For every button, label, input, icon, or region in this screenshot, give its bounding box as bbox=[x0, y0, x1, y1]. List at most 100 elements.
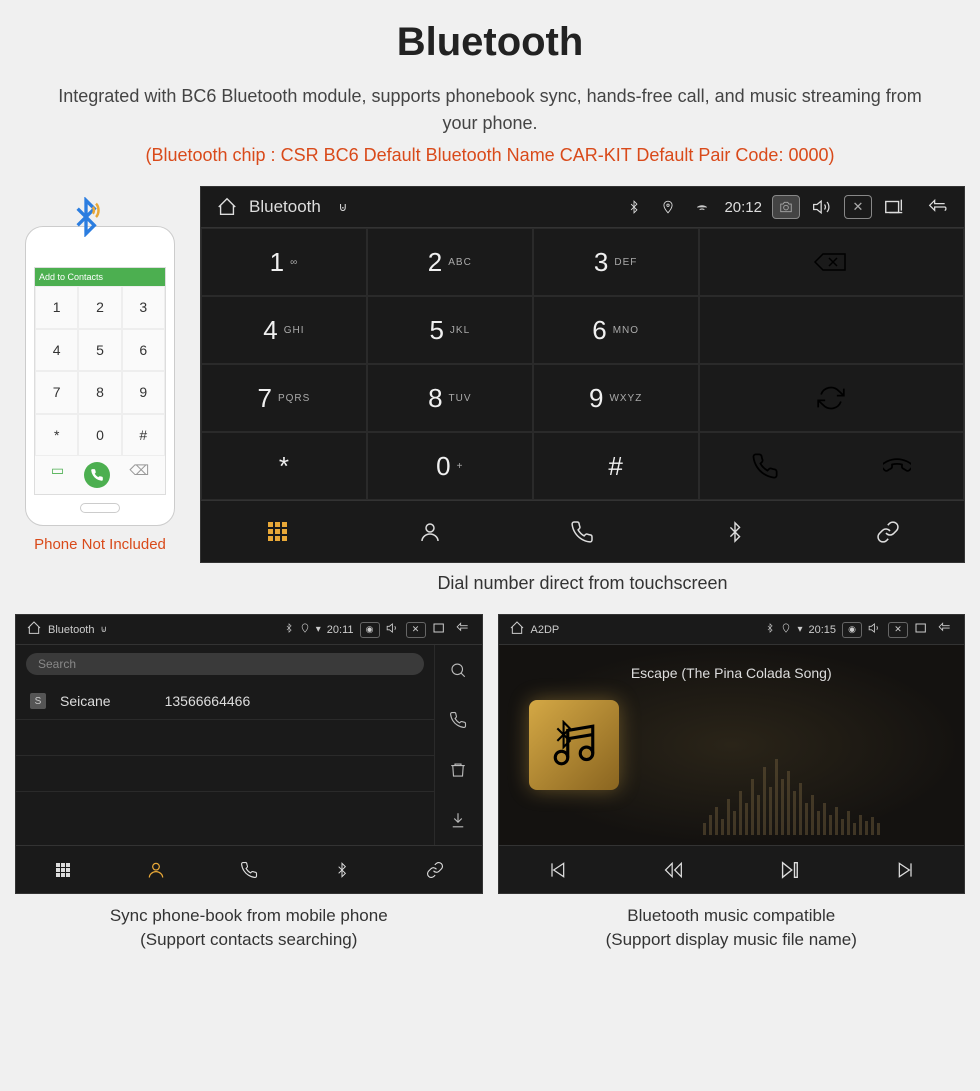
dialpad: 1∞ 2ABC 3DEF 4GHI 5JKL 6MNO 7PQRS 8TUV 9… bbox=[201, 228, 964, 500]
wifi-icon bbox=[690, 195, 714, 219]
side-empty-1 bbox=[699, 296, 964, 364]
wifi-icon: ▾ bbox=[797, 624, 802, 635]
page-title: Bluetooth bbox=[15, 20, 965, 65]
contact-row-empty bbox=[16, 756, 434, 792]
description-text: Integrated with BC6 Bluetooth module, su… bbox=[15, 83, 965, 137]
bluetooth-icon bbox=[284, 623, 294, 636]
side-call-icon[interactable] bbox=[435, 695, 482, 745]
key-6[interactable]: 6MNO bbox=[533, 296, 699, 364]
specs-text: (Bluetooth chip : CSR BC6 Default Blueto… bbox=[15, 145, 965, 166]
bluetooth-signal-icon bbox=[66, 197, 106, 243]
contacts-side-actions bbox=[434, 645, 482, 845]
screenshot-icon[interactable]: ◉ bbox=[360, 622, 380, 638]
dialer-status-bar: Bluetooth ⊍ 20:12 ✕ bbox=[201, 187, 964, 228]
phone-header: Add to Contacts bbox=[35, 268, 165, 286]
song-title: Escape (The Pina Colada Song) bbox=[631, 665, 832, 681]
key-1[interactable]: 1∞ bbox=[201, 228, 367, 296]
home-icon[interactable] bbox=[26, 620, 42, 639]
close-icon[interactable]: ✕ bbox=[844, 195, 872, 219]
back-icon[interactable] bbox=[454, 621, 472, 638]
bluetooth-icon bbox=[622, 195, 646, 219]
clock-text: 20:15 bbox=[808, 624, 836, 636]
nav-pair[interactable] bbox=[811, 501, 964, 562]
redial-button[interactable] bbox=[699, 364, 964, 432]
key-7[interactable]: 7PQRS bbox=[201, 364, 367, 432]
recent-apps-icon[interactable] bbox=[914, 620, 930, 639]
contacts-caption: Sync phone-book from mobile phone (Suppo… bbox=[15, 904, 483, 952]
key-4[interactable]: 4GHI bbox=[201, 296, 367, 364]
nav-bluetooth[interactable] bbox=[659, 501, 812, 562]
bluetooth-icon bbox=[765, 623, 775, 636]
nav-recent[interactable] bbox=[202, 846, 295, 893]
phone-caption: Phone Not Included bbox=[15, 536, 185, 553]
key-5[interactable]: 5JKL bbox=[367, 296, 533, 364]
backspace-button[interactable] bbox=[699, 228, 964, 296]
nav-contacts[interactable] bbox=[354, 501, 507, 562]
nav-recent[interactable] bbox=[506, 501, 659, 562]
contacts-status-bar: Bluetooth ⊍ ▾ 20:11 ◉ ✕ bbox=[16, 615, 482, 645]
volume-icon[interactable] bbox=[868, 621, 882, 638]
call-button[interactable] bbox=[700, 452, 832, 480]
usb-icon: ⊍ bbox=[100, 624, 107, 635]
album-art-icon bbox=[529, 700, 619, 790]
recent-apps-icon[interactable] bbox=[432, 620, 448, 639]
side-download-icon[interactable] bbox=[435, 795, 482, 845]
music-caption: Bluetooth music compatible (Support disp… bbox=[498, 904, 966, 952]
contact-number: 13566664466 bbox=[165, 693, 251, 709]
contact-name: Seicane bbox=[60, 693, 111, 709]
back-icon[interactable] bbox=[936, 621, 954, 638]
next-track-button[interactable] bbox=[848, 846, 964, 893]
key-3[interactable]: 3DEF bbox=[533, 228, 699, 296]
phone-dialpad: 123 456 789 *0# bbox=[35, 286, 165, 456]
nav-dialpad[interactable] bbox=[16, 846, 109, 893]
nav-bluetooth[interactable] bbox=[295, 846, 388, 893]
recent-apps-icon[interactable] bbox=[882, 195, 906, 219]
volume-icon[interactable] bbox=[386, 621, 400, 638]
nav-dialpad[interactable] bbox=[201, 501, 354, 562]
side-delete-icon[interactable] bbox=[435, 745, 482, 795]
music-body: Escape (The Pina Colada Song) bbox=[499, 645, 965, 845]
hangup-button[interactable] bbox=[831, 452, 963, 480]
back-icon[interactable] bbox=[926, 195, 950, 219]
contacts-bottom-nav bbox=[16, 845, 482, 893]
key-9[interactable]: 9WXYZ bbox=[533, 364, 699, 432]
music-bar-title: A2DP bbox=[531, 624, 560, 636]
close-icon[interactable]: ✕ bbox=[406, 622, 426, 638]
dialer-screen: Bluetooth ⊍ 20:12 ✕ 1∞ 2ABC 3DEF bbox=[200, 186, 965, 563]
key-0[interactable]: 0+ bbox=[367, 432, 533, 500]
location-icon bbox=[781, 623, 791, 636]
music-screen: A2DP ▾ 20:15 ◉ ✕ Escape (The Pina Colada… bbox=[498, 614, 966, 894]
contacts-bar-title: Bluetooth bbox=[48, 624, 94, 636]
location-icon bbox=[656, 195, 680, 219]
key-star[interactable]: * bbox=[201, 432, 367, 500]
play-pause-button[interactable] bbox=[731, 846, 847, 893]
side-search-icon[interactable] bbox=[435, 645, 482, 695]
search-input[interactable]: Search bbox=[26, 653, 424, 675]
volume-icon[interactable] bbox=[810, 195, 834, 219]
nav-contacts[interactable] bbox=[109, 846, 202, 893]
contact-row[interactable]: S Seicane 13566664466 bbox=[16, 683, 434, 720]
rewind-button[interactable] bbox=[615, 846, 731, 893]
wifi-icon: ▾ bbox=[316, 624, 321, 635]
dialer-bar-title: Bluetooth bbox=[249, 197, 321, 217]
dialer-caption: Dial number direct from touchscreen bbox=[200, 573, 965, 594]
home-icon[interactable] bbox=[509, 620, 525, 639]
home-icon[interactable] bbox=[215, 195, 239, 219]
nav-pair[interactable] bbox=[388, 846, 481, 893]
prev-track-button[interactable] bbox=[499, 846, 615, 893]
key-2[interactable]: 2ABC bbox=[367, 228, 533, 296]
dialer-bottom-nav bbox=[201, 500, 964, 562]
location-icon bbox=[300, 623, 310, 636]
call-buttons bbox=[699, 432, 964, 500]
clock-text: 20:11 bbox=[327, 624, 354, 636]
contact-row-empty bbox=[16, 720, 434, 756]
screenshot-icon[interactable] bbox=[772, 195, 800, 219]
usb-icon: ⊍ bbox=[331, 195, 355, 219]
screenshot-icon[interactable]: ◉ bbox=[842, 622, 862, 638]
key-hash[interactable]: # bbox=[533, 432, 699, 500]
close-icon[interactable]: ✕ bbox=[888, 622, 908, 638]
music-controls bbox=[499, 845, 965, 893]
key-8[interactable]: 8TUV bbox=[367, 364, 533, 432]
phone-call-icon bbox=[84, 462, 110, 488]
audio-visualizer bbox=[639, 755, 945, 835]
